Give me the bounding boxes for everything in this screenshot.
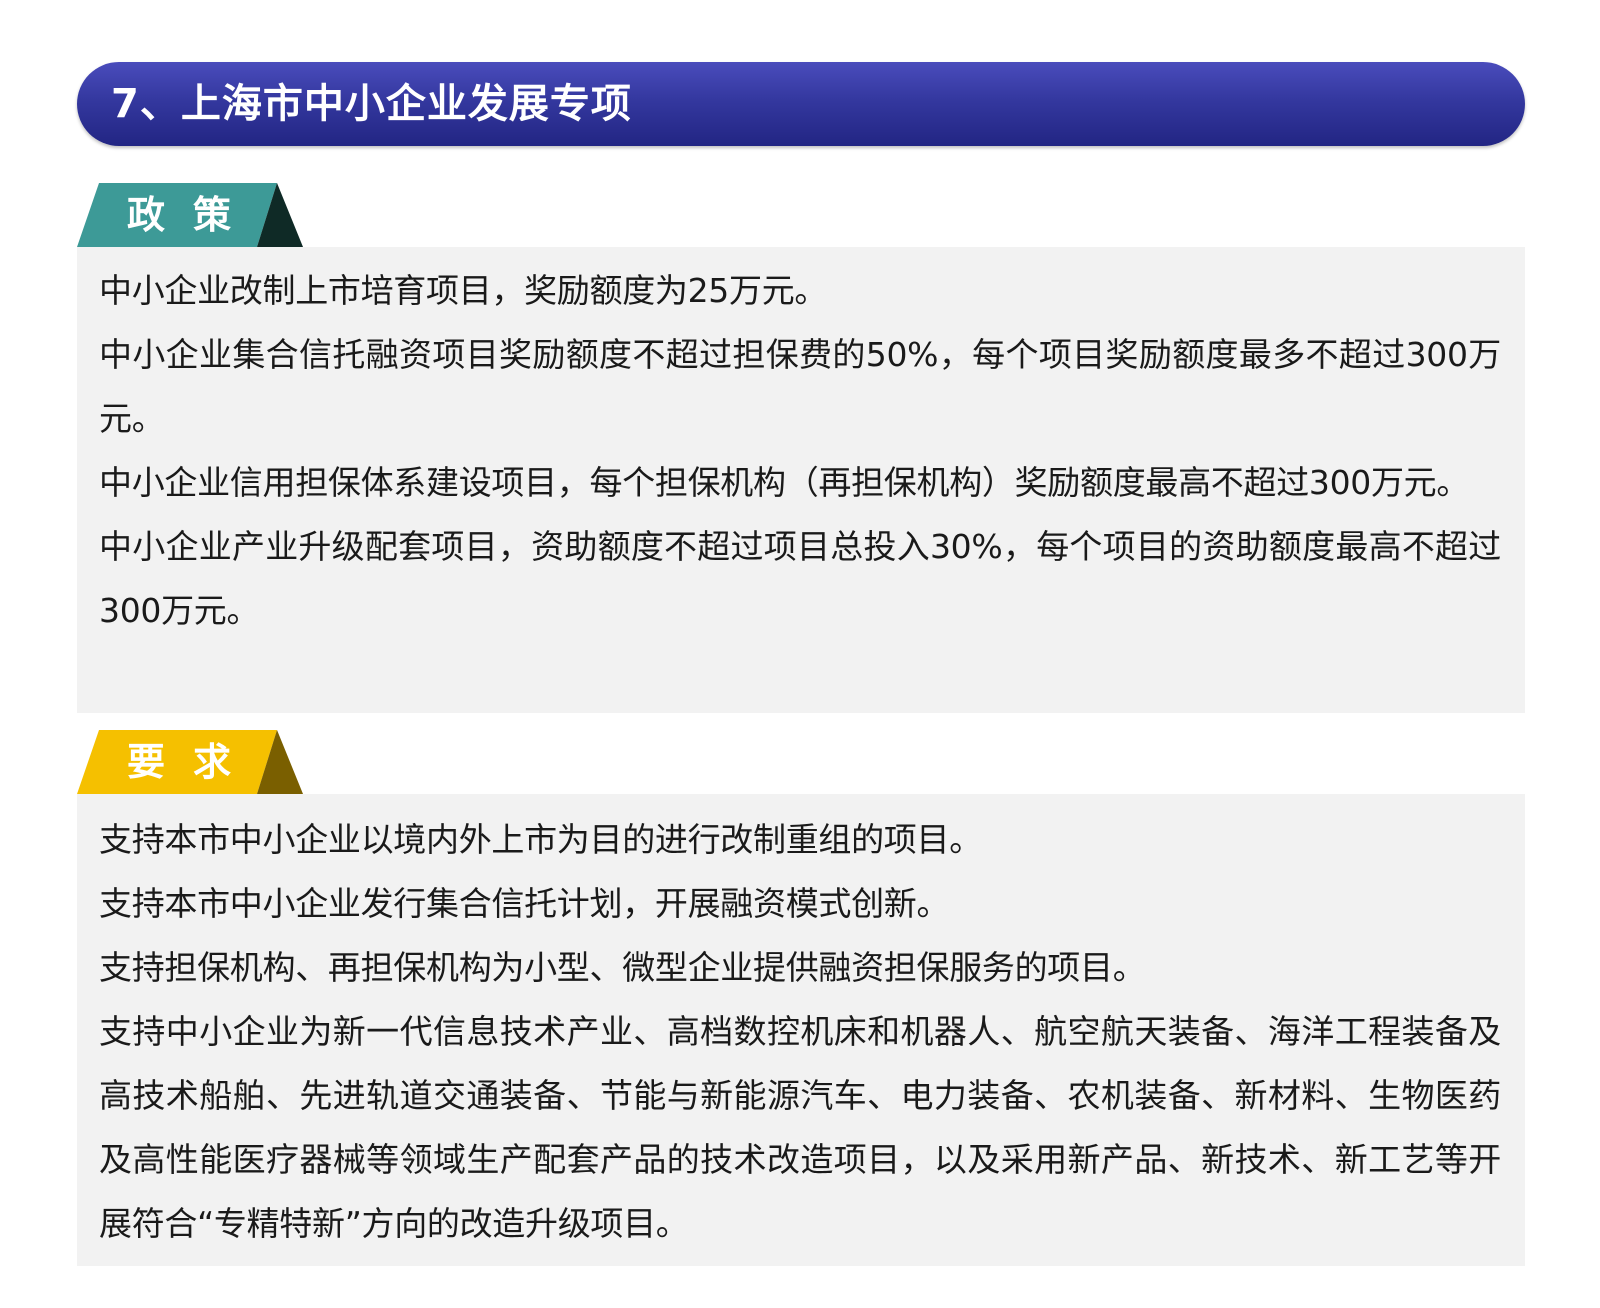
requirement-item-2: 支持本市中小企业发行集合信托计划，开展融资模式创新。: [99, 884, 950, 923]
policy-item-4: 中小企业产业升级配套项目，资助额度不超过项目总投入30%，每个项目的资助额度最高…: [99, 527, 1501, 630]
policy-item-2: 中小企业集合信托融资项目奖励额度不超过担保费的50%，每个项目奖励额度最多不超过…: [99, 335, 1501, 438]
requirement-item-1: 支持本市中小企业以境内外上市为目的进行改制重组的项目。: [99, 820, 982, 859]
requirement-item-4: 支持中小企业为新一代信息技术产业、高档数控机床和机器人、航空航天装备、海洋工程装…: [99, 1012, 1501, 1243]
policy-panel: 中小企业改制上市培育项目，奖励额度为25万元。 中小企业集合信托融资项目奖励额度…: [77, 247, 1525, 713]
requirement-panel: 支持本市中小企业以境内外上市为目的进行改制重组的项目。 支持本市中小企业发行集合…: [77, 794, 1525, 1266]
page: 7、上海市中小企业发展专项 政策 中小企业改制上市培育项目，奖励额度为25万元。…: [0, 0, 1600, 1308]
policy-section-tab: 政策: [77, 183, 309, 247]
requirement-item-3: 支持担保机构、再担保机构为小型、微型企业提供融资担保服务的项目。: [99, 948, 1146, 987]
requirement-tab-label: 要求: [127, 740, 260, 784]
policy-item-3: 中小企业信用担保体系建设项目，每个担保机构（再担保机构）奖励额度最高不超过300…: [99, 463, 1470, 502]
policy-tab-label: 政策: [127, 193, 260, 237]
policy-item-1: 中小企业改制上市培育项目，奖励额度为25万元。: [99, 271, 828, 310]
page-title: 7、上海市中小企业发展专项: [111, 81, 632, 127]
requirement-section-tab: 要求: [77, 730, 309, 794]
title-banner: 7、上海市中小企业发展专项: [77, 62, 1525, 146]
